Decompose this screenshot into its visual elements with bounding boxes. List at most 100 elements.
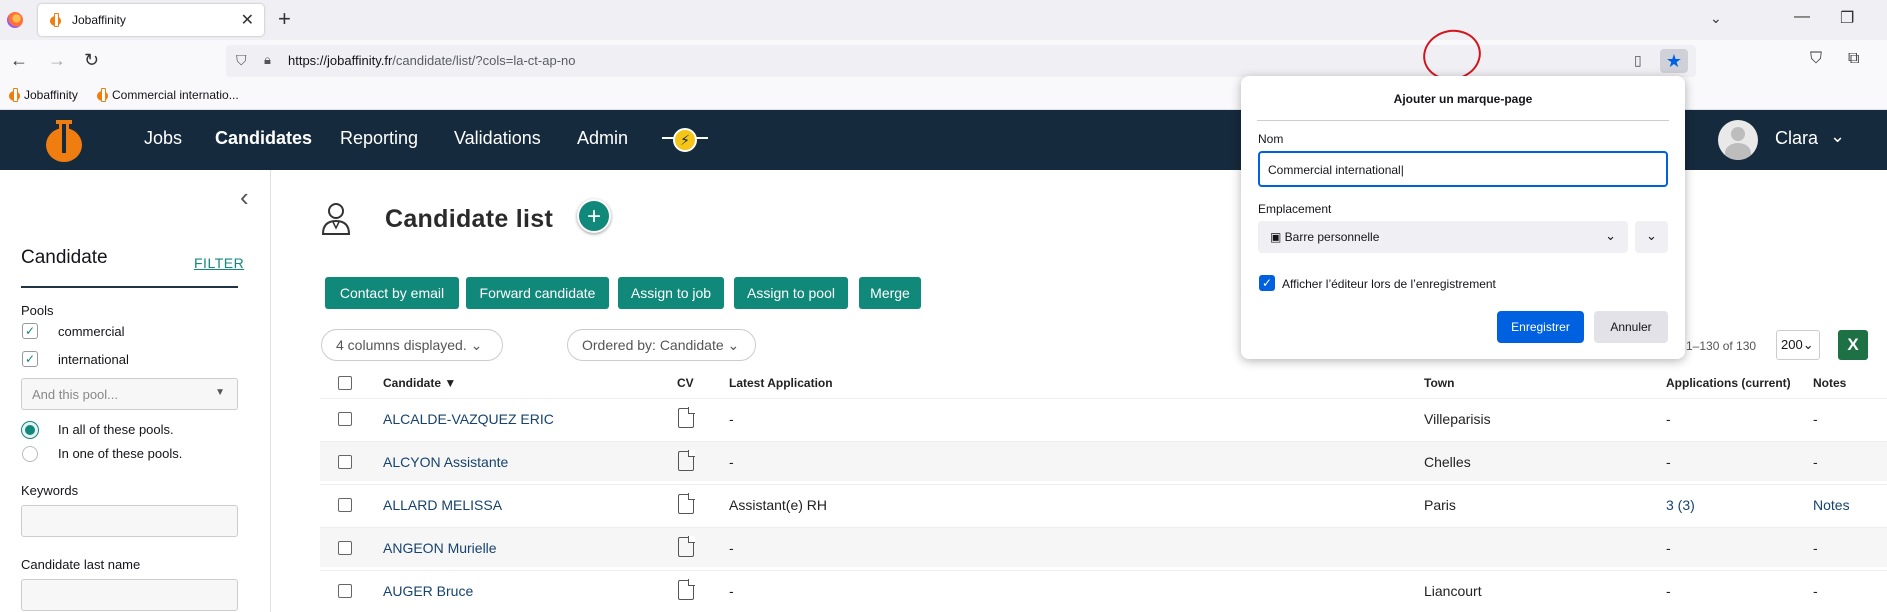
minimize-icon[interactable]: —: [1794, 8, 1810, 26]
row-checkbox[interactable]: [338, 541, 352, 555]
url-text[interactable]: https://jobaffinity.fr/candidate/list/?c…: [288, 53, 575, 68]
reader-view-icon[interactable]: ▯: [1634, 52, 1642, 69]
contact-by-email-button[interactable]: Contact by email: [325, 277, 459, 309]
menu-admin[interactable]: Admin: [577, 128, 628, 149]
latest-application: -: [729, 583, 734, 599]
back-arrow-icon[interactable]: ←: [10, 50, 28, 71]
jobaffinity-favicon-icon: [97, 88, 108, 102]
collapse-chevron-icon[interactable]: ‹: [240, 182, 249, 213]
pool-label-commercial: commercial: [58, 324, 125, 339]
row-checkbox[interactable]: [338, 412, 352, 426]
jobaffinity-favicon-icon: [50, 13, 61, 27]
candidate-name-link[interactable]: ALLARD MELISSA: [383, 497, 502, 513]
cv-document-icon[interactable]: [678, 536, 695, 557]
columns-displayed-dropdown[interactable]: 4 columns displayed. ⌄: [321, 329, 503, 361]
extensions-icon[interactable]: ⧉: [1848, 50, 1859, 68]
row-checkbox[interactable]: [338, 455, 352, 469]
filter-link[interactable]: FILTER: [194, 255, 244, 271]
menu-validations[interactable]: Validations: [454, 128, 541, 149]
applications-count: -: [1666, 411, 1671, 427]
pool-checkbox-international[interactable]: ✓: [22, 351, 38, 367]
per-page-select[interactable]: 200⌄: [1776, 330, 1820, 360]
candidate-name-link[interactable]: ALCYON Assistante: [383, 454, 508, 470]
cancel-bookmark-button[interactable]: Annuler: [1594, 311, 1668, 343]
select-all-checkbox[interactable]: [338, 376, 352, 390]
bookmark-jobaffinity[interactable]: Jobaffinity: [9, 88, 78, 102]
latest-application: -: [729, 454, 734, 470]
applications-count-link[interactable]: 3 (3): [1666, 497, 1695, 513]
pocket-icon[interactable]: ⛉: [1810, 50, 1822, 68]
add-bookmark-popup: Ajouter un marque-page Nom Commercial in…: [1241, 76, 1685, 359]
header-applications: Applications (current): [1666, 376, 1791, 390]
browser-tab[interactable]: Jobaffinity ✕: [38, 4, 264, 36]
firefox-logo-icon[interactable]: [7, 12, 23, 28]
cv-document-icon[interactable]: [678, 450, 695, 471]
cv-document-icon[interactable]: [678, 493, 695, 514]
radio-one-pool-label: In one of these pools.: [58, 446, 183, 461]
bookmark-commercial-international[interactable]: Commercial internatio...: [97, 88, 239, 102]
new-tab-icon[interactable]: +: [278, 6, 291, 32]
save-bookmark-button[interactable]: Enregistrer: [1497, 311, 1584, 343]
town: Liancourt: [1424, 583, 1482, 599]
candidate-user-icon: [321, 203, 351, 235]
header-cv: CV: [677, 376, 694, 390]
cv-document-icon[interactable]: [678, 579, 695, 600]
user-name[interactable]: Clara: [1775, 128, 1818, 149]
tracking-shield-icon[interactable]: ⛉: [236, 52, 247, 69]
menu-jobs[interactable]: Jobs: [144, 128, 182, 149]
radio-all-pools-label: In all of these pools.: [58, 422, 174, 437]
lastname-input[interactable]: [21, 579, 238, 611]
town: Chelles: [1424, 454, 1471, 470]
menu-reporting[interactable]: Reporting: [340, 128, 418, 149]
pool-label-international: international: [58, 352, 129, 367]
menu-candidates[interactable]: Candidates: [215, 128, 312, 149]
table-row: ANGEON Murielle - - -: [320, 527, 1887, 567]
bookmark-name-input[interactable]: Commercial international|: [1258, 151, 1668, 187]
row-checkbox[interactable]: [338, 498, 352, 512]
keywords-label: Keywords: [21, 483, 79, 498]
town: Paris: [1424, 497, 1456, 513]
forward-arrow-icon[interactable]: →: [48, 50, 66, 71]
lock-icon[interactable]: 🔒︎: [264, 52, 271, 68]
expand-folders-button[interactable]: ⌄: [1635, 221, 1668, 253]
pools-label: Pools: [21, 303, 54, 318]
row-checkbox[interactable]: [338, 584, 352, 598]
candidate-name-link[interactable]: ALCALDE-VAZQUEZ ERIC: [383, 411, 554, 427]
bookmark-location-select[interactable]: ▣ Barre personnelle ⌄: [1258, 221, 1628, 253]
notes-link[interactable]: Notes: [1813, 497, 1850, 513]
chevron-down-icon[interactable]: ⌄: [1830, 126, 1845, 147]
candidate-name-link[interactable]: AUGER Bruce: [383, 583, 473, 599]
list-tabs-chevron-icon[interactable]: ⌄: [1710, 10, 1722, 27]
pool-select[interactable]: And this pool... ▼: [21, 378, 238, 410]
lightning-badge-icon[interactable]: ⚡︎: [662, 126, 708, 154]
jobaffinity-logo-icon[interactable]: [46, 120, 82, 162]
sidebar-divider: [21, 286, 238, 288]
assign-to-pool-button[interactable]: Assign to pool: [734, 277, 848, 309]
pagination-info: 1–130 of 130: [1686, 339, 1757, 353]
header-town: Town: [1424, 376, 1455, 390]
assign-to-job-button[interactable]: Assign to job: [618, 277, 724, 309]
radio-one-pool[interactable]: [22, 446, 38, 462]
radio-all-pools[interactable]: [22, 422, 38, 438]
close-tab-icon[interactable]: ✕: [241, 10, 254, 30]
candidate-name-link[interactable]: ANGEON Murielle: [383, 540, 497, 556]
show-editor-checkbox[interactable]: ✓: [1259, 275, 1275, 291]
cv-document-icon[interactable]: [678, 407, 695, 428]
forward-candidate-button[interactable]: Forward candidate: [466, 277, 609, 309]
header-candidate[interactable]: Candidate ▼: [383, 376, 456, 390]
notes: -: [1813, 411, 1818, 427]
keywords-input[interactable]: [21, 505, 238, 537]
tab-bar: Jobaffinity ✕ + ⌄ — ❐: [0, 0, 1887, 40]
excel-export-icon[interactable]: X: [1838, 330, 1868, 360]
bookmark-star-icon[interactable]: ★: [1660, 49, 1688, 73]
merge-button[interactable]: Merge: [859, 277, 921, 309]
latest-application: -: [729, 540, 734, 556]
pool-checkbox-commercial[interactable]: ✓: [22, 323, 38, 339]
add-candidate-button[interactable]: +: [577, 199, 611, 233]
reload-icon[interactable]: ↻: [84, 50, 99, 71]
restore-icon[interactable]: ❐: [1840, 8, 1854, 28]
ordered-by-dropdown[interactable]: Ordered by: Candidate ⌄: [567, 329, 756, 361]
user-avatar[interactable]: [1718, 120, 1758, 160]
popup-title: Ajouter un marque-page: [1393, 92, 1533, 106]
bookmarks-toolbar-icon: ▣: [1270, 230, 1285, 244]
